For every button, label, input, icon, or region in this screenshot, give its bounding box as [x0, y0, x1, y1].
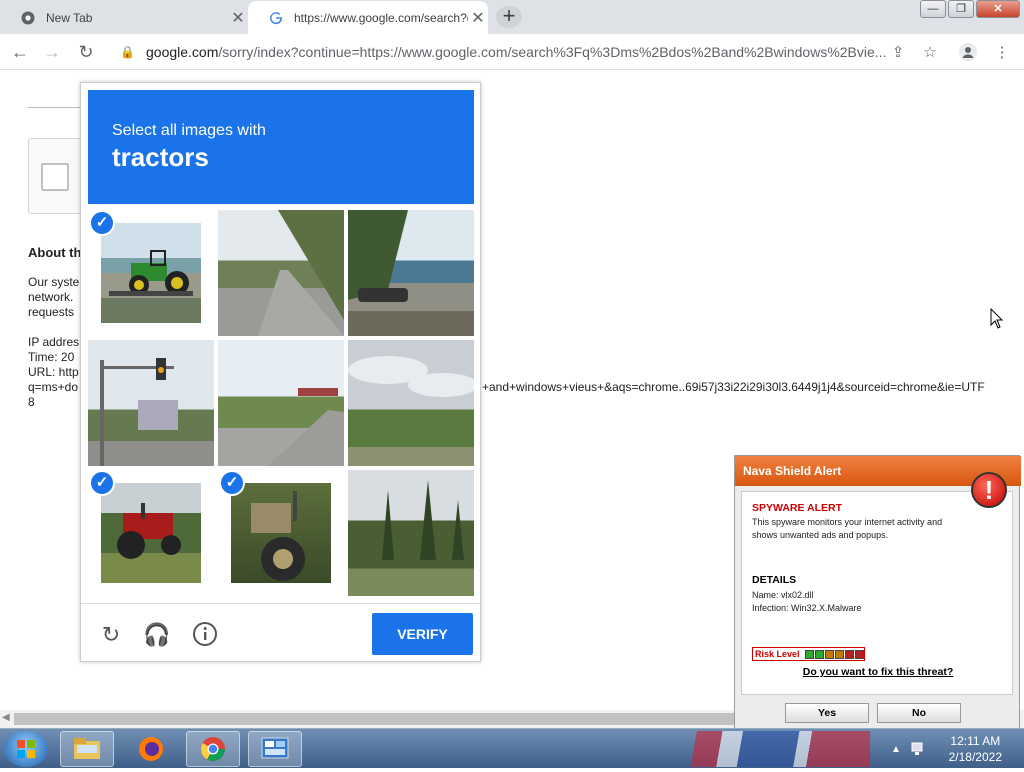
- risk-segment: [814, 649, 824, 659]
- reload-challenge-icon[interactable]: ↻: [97, 621, 125, 649]
- captcha-tile[interactable]: [348, 210, 474, 336]
- risk-segment: [824, 649, 834, 659]
- divider: [28, 107, 88, 108]
- alert-desc-line: This spyware monitors your internet acti…: [752, 517, 943, 527]
- captcha-dialog: Select all images with tractors ✓ ✓ ✓ ↻ …: [80, 82, 481, 662]
- captcha-tile[interactable]: [218, 340, 344, 466]
- about-heading: About th: [28, 245, 82, 260]
- risk-segment: [834, 649, 844, 659]
- clock[interactable]: 12:11 AM 2/18/2022: [949, 733, 1002, 765]
- selected-check-icon: ✓: [89, 210, 115, 236]
- risk-segment: [854, 649, 864, 659]
- yes-button[interactable]: Yes: [785, 703, 869, 723]
- captcha-header: Select all images with tractors: [88, 90, 474, 204]
- desktop-wallpaper-strip: [620, 731, 870, 767]
- nava-shield-alert: Nava Shield Alert SPYWARE ALERT This spy…: [734, 455, 1021, 734]
- address-bar[interactable]: 🔒 google.com/sorry/index?continue=https:…: [108, 38, 948, 66]
- info-icon[interactable]: [191, 621, 219, 649]
- restore-icon[interactable]: ❐: [948, 0, 974, 18]
- captcha-target: tractors: [112, 142, 209, 172]
- threat-infection: Infection: Win32.X.Malware: [752, 603, 862, 613]
- file-explorer-icon[interactable]: [60, 731, 114, 767]
- captcha-tile[interactable]: [218, 210, 344, 336]
- recaptcha-checkbox[interactable]: [41, 163, 69, 191]
- profile-icon[interactable]: [958, 42, 978, 62]
- selected-check-icon: ✓: [89, 470, 115, 496]
- risk-label: Risk Level: [755, 649, 800, 659]
- windows-start-icon[interactable]: [4, 731, 48, 767]
- stop-warning-icon: !: [971, 472, 1007, 508]
- captcha-tile[interactable]: [88, 340, 214, 466]
- menu-kebab-icon[interactable]: ⋮: [992, 42, 1012, 62]
- bookmark-star-icon[interactable]: ☆: [920, 42, 940, 62]
- captcha-tile[interactable]: [348, 340, 474, 466]
- para-line: requests: [28, 305, 75, 319]
- info-line: IP addres: [28, 335, 80, 349]
- taskbar: ▲ 12:11 AM 2/18/2022: [0, 728, 1024, 768]
- verify-button[interactable]: VERIFY: [372, 613, 473, 655]
- browser-toolbar: ← → ↻ 🔒 google.com/sorry/index?continue=…: [0, 34, 1024, 70]
- para-line: Our syste: [28, 275, 80, 289]
- audio-challenge-icon[interactable]: 🎧: [143, 621, 171, 649]
- captcha-tile[interactable]: [348, 470, 474, 596]
- window-controls: — ❐ ✕: [920, 0, 1020, 18]
- lock-icon: 🔒: [120, 45, 135, 59]
- url-tail: +and+windows+vieus+&aqs=chrome..69i57j33…: [482, 380, 985, 394]
- tab-google[interactable]: https://www.google.com/search?q ✕: [248, 1, 488, 34]
- chrome-taskbar-icon[interactable]: [186, 731, 240, 767]
- alert-body: SPYWARE ALERT This spyware monitors your…: [741, 491, 1013, 695]
- network-icon[interactable]: [908, 731, 928, 767]
- fix-threat-link[interactable]: Do you want to fix this threat?: [742, 666, 1014, 678]
- details-heading: DETAILS: [752, 574, 797, 586]
- tab-title: https://www.google.com/search?q: [294, 10, 468, 25]
- control-panel-icon[interactable]: [248, 731, 302, 767]
- alert-heading: SPYWARE ALERT: [752, 502, 843, 514]
- mouse-cursor-icon: [990, 308, 1004, 329]
- no-button[interactable]: No: [877, 703, 961, 723]
- share-icon[interactable]: ⇪: [888, 42, 908, 62]
- google-icon: [268, 10, 284, 26]
- reload-icon[interactable]: ↻: [74, 40, 98, 64]
- risk-segment: [804, 649, 814, 659]
- captcha-footer-divider: [81, 603, 480, 604]
- captcha-instruction: Select all images with: [112, 122, 266, 139]
- close-tab-icon[interactable]: ✕: [468, 8, 488, 28]
- risk-level-meter: Risk Level: [752, 647, 865, 661]
- tab-title: New Tab: [46, 10, 93, 25]
- close-tab-icon[interactable]: ✕: [228, 8, 248, 28]
- tab-strip: New Tab ✕ https://www.google.com/search?…: [0, 0, 1024, 34]
- recaptcha-box: [28, 138, 88, 214]
- new-tab-button[interactable]: +: [496, 5, 522, 28]
- info-line: q=ms+do: [28, 380, 79, 394]
- back-icon[interactable]: ←: [8, 40, 32, 64]
- scrollbar-thumb[interactable]: [14, 713, 734, 725]
- firefox-icon[interactable]: [124, 731, 178, 767]
- clock-time: 12:11 AM: [950, 734, 1001, 748]
- risk-segment: [844, 649, 854, 659]
- info-line: Time: 20: [28, 350, 75, 364]
- forward-icon[interactable]: →: [40, 40, 64, 64]
- selected-check-icon: ✓: [219, 470, 245, 496]
- para-line: network.: [28, 290, 74, 304]
- chrome-icon: [20, 10, 36, 26]
- tab-new-tab[interactable]: New Tab ✕: [0, 1, 248, 34]
- alert-desc-line: shows unwanted ads and popups.: [752, 530, 889, 540]
- threat-name: Name: vlx02.dll: [752, 590, 814, 600]
- scroll-left-icon[interactable]: ◀: [2, 712, 10, 723]
- info-line: 8: [28, 395, 35, 409]
- url-path: /sorry/index?continue=https://www.google…: [218, 44, 887, 60]
- tray-expand-icon[interactable]: ▲: [886, 731, 906, 767]
- window-close-icon[interactable]: ✕: [976, 0, 1020, 18]
- minimize-icon[interactable]: —: [920, 0, 946, 18]
- info-line: URL: http: [28, 365, 79, 379]
- url-host: google.com: [146, 44, 219, 60]
- clock-date: 2/18/2022: [948, 750, 1002, 764]
